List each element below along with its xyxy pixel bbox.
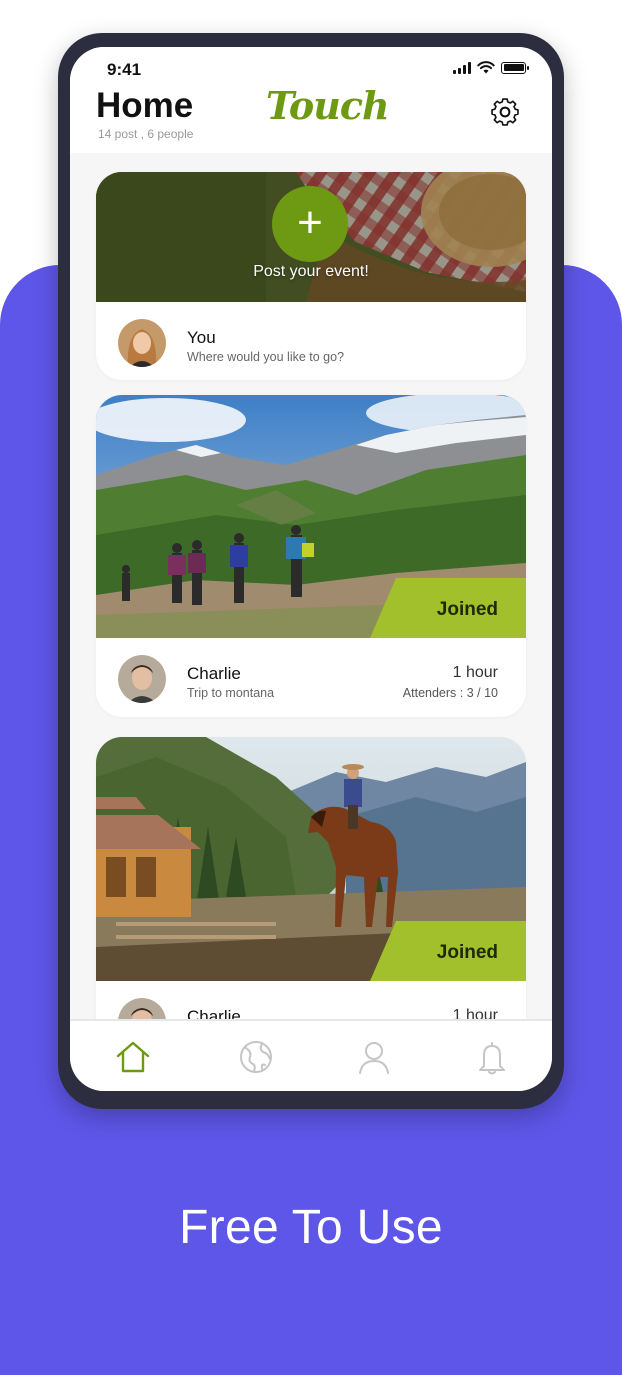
joined-badge: Joined (436, 942, 498, 963)
joined-badge: Joined (436, 599, 498, 620)
event-attenders: Attenders : 3 / 10 (402, 686, 498, 700)
user-avatar (118, 319, 166, 367)
user-name: You (187, 328, 216, 347)
tab-notifications[interactable] (472, 1037, 512, 1077)
settings-button[interactable] (488, 95, 522, 129)
event-time: 1 hour (452, 1007, 498, 1019)
brand-logo: Touch (266, 83, 390, 128)
event-card-footer: Charlie 1 hour (96, 981, 526, 1019)
profile-icon (359, 1042, 389, 1074)
promo-tagline: Free To Use (179, 1201, 443, 1254)
tab-home[interactable] (113, 1037, 153, 1077)
bottom-tab-bar (70, 1019, 552, 1091)
status-time: 9:41 (107, 60, 142, 79)
status-icons (453, 61, 529, 74)
post-event-label: Post your event! (253, 263, 369, 280)
post-card-image: + Post your event! (96, 172, 526, 302)
tab-profile[interactable] (354, 1037, 394, 1077)
bell-icon (479, 1042, 505, 1075)
post-prompt: Where would you like to go? (187, 350, 345, 364)
event-image: Joined (96, 737, 526, 981)
event-card[interactable]: Joined Charlie 1 hour (96, 737, 526, 1019)
page-subtitle: 14 post , 6 people (98, 127, 194, 141)
phone-screen: 9:41 Home 14 post , 6 people Touch + Pos… (70, 47, 552, 1091)
gear-icon (491, 98, 519, 126)
host-avatar (118, 655, 166, 703)
post-event-card: + Post your event! You Where would you l… (96, 172, 526, 380)
page-title: Home (96, 86, 194, 125)
host-name: Charlie (187, 664, 241, 683)
app-header: 9:41 Home 14 post , 6 people Touch (70, 47, 552, 153)
host-avatar (118, 998, 166, 1019)
event-description: Trip to montana (187, 686, 275, 700)
battery-icon (501, 61, 529, 74)
event-image: Joined (96, 395, 526, 638)
globe-icon (240, 1041, 272, 1073)
event-feed[interactable]: + Post your event! You Where would you l… (70, 153, 552, 1019)
event-card[interactable]: Joined Charlie Trip to montana 1 hour At… (96, 395, 526, 717)
tab-explore[interactable] (236, 1037, 276, 1077)
cellular-signal-icon (453, 61, 471, 74)
home-icon (116, 1041, 150, 1073)
post-card-footer[interactable]: You Where would you like to go? (96, 302, 526, 380)
host-name: Charlie (187, 1007, 241, 1019)
event-time: 1 hour (452, 664, 498, 681)
add-event-button[interactable]: + (272, 186, 348, 262)
wifi-icon (477, 61, 495, 74)
event-card-footer: Charlie Trip to montana 1 hour Attenders… (96, 638, 526, 717)
